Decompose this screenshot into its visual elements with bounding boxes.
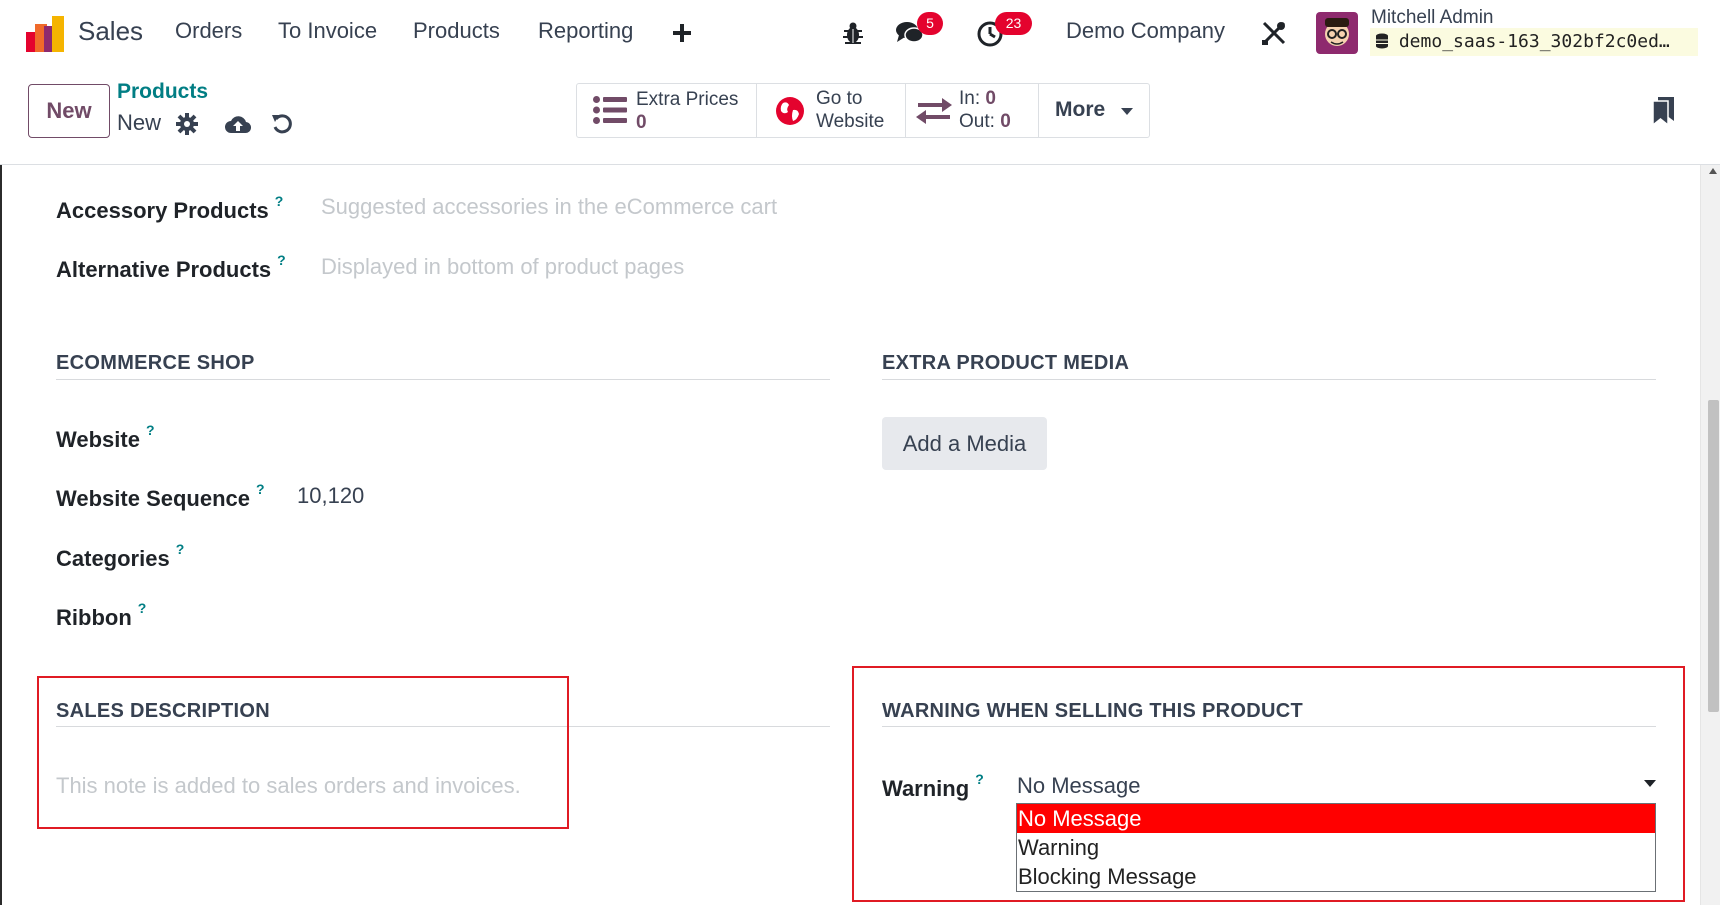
top-navbar: Sales Orders To Invoice Products Reporti…	[0, 0, 1720, 68]
add-media-button[interactable]: Add a Media	[882, 417, 1047, 470]
in-out-button[interactable]: In: 0 Out: 0	[906, 84, 1039, 137]
in-stat: In: 0	[959, 88, 996, 110]
ribbon-label: Ribbon?	[56, 600, 146, 631]
user-name[interactable]: Mitchell Admin	[1371, 7, 1494, 29]
scroll-up-arrow-icon[interactable]	[1709, 168, 1717, 174]
debug-tools-icon[interactable]	[1261, 20, 1287, 46]
accessory-products-label: Accessory Products?	[56, 193, 283, 224]
alternative-products-label: Alternative Products?	[56, 252, 286, 283]
go-to-website-button[interactable]: Go to Website	[757, 84, 906, 137]
website-text: Website	[56, 427, 140, 452]
help-tooltip[interactable]: ?	[277, 252, 286, 268]
menu-products[interactable]: Products	[413, 18, 500, 44]
website-label: Website?	[56, 422, 155, 453]
more-button[interactable]: More	[1039, 84, 1149, 137]
help-tooltip[interactable]: ?	[275, 193, 284, 209]
section-divider	[882, 379, 1656, 380]
in-label: In:	[959, 88, 981, 109]
breadcrumb-current: New	[117, 110, 162, 135]
website-sequence-label: Website Sequence?	[56, 481, 265, 512]
list-icon	[593, 96, 627, 124]
database-icon	[1376, 33, 1388, 49]
help-tooltip[interactable]: ?	[138, 600, 147, 616]
gear-icon[interactable]	[176, 113, 198, 135]
alternative-products-text: Alternative Products	[56, 257, 272, 282]
website-sequence-field[interactable]: 10,120	[297, 483, 364, 509]
ecommerce-shop-title: ECOMMERCE SHOP	[56, 352, 255, 374]
ribbon-text: Ribbon	[56, 605, 132, 630]
categories-label: Categories?	[56, 541, 184, 572]
breadcrumb-products[interactable]: Products	[117, 80, 208, 104]
menu-to-invoice[interactable]: To Invoice	[278, 18, 377, 44]
sales-app-icon[interactable]	[26, 16, 64, 52]
highlight-box-warning	[852, 666, 1685, 902]
go-to-label-line1: Go to	[816, 88, 863, 109]
plus-icon[interactable]	[673, 24, 691, 42]
transfer-arrows-icon	[916, 98, 952, 124]
messages-badge: 5	[917, 12, 943, 35]
in-count: 0	[985, 88, 996, 109]
section-divider	[56, 379, 830, 380]
highlight-box-sales-description	[37, 676, 569, 829]
discard-icon[interactable]	[271, 113, 293, 135]
activities-badge: 23	[995, 12, 1032, 35]
menu-reporting[interactable]: Reporting	[538, 18, 633, 44]
company-switcher[interactable]: Demo Company	[1066, 18, 1225, 44]
smart-buttons: Extra Prices 0 Go to Website In: 0 Out: …	[576, 83, 1150, 138]
extra-prices-button[interactable]: Extra Prices 0	[577, 84, 757, 137]
app-title[interactable]: Sales	[78, 16, 143, 47]
extra-product-media-title: EXTRA PRODUCT MEDIA	[882, 352, 1130, 374]
bug-icon[interactable]	[842, 21, 864, 45]
avatar[interactable]	[1316, 12, 1358, 54]
out-stat: Out: 0	[959, 111, 1011, 133]
database-name: demo_saas-163_302bf2c0ed…	[1398, 31, 1670, 52]
new-button[interactable]: New	[28, 84, 110, 138]
help-tooltip[interactable]: ?	[176, 541, 185, 557]
help-tooltip[interactable]: ?	[256, 481, 265, 497]
control-panel: New Products New Extra Prices 0 Go to We…	[0, 68, 1720, 165]
go-to-label-line2: Website	[816, 111, 885, 132]
bookmark-icon[interactable]	[1652, 97, 1676, 125]
categories-text: Categories	[56, 546, 170, 571]
website-sequence-text: Website Sequence	[56, 486, 250, 511]
globe-icon	[776, 97, 804, 125]
menu-orders[interactable]: Orders	[175, 18, 242, 44]
cloud-upload-icon[interactable]	[225, 114, 251, 134]
caret-down-icon	[1121, 108, 1133, 115]
more-label: More	[1055, 98, 1106, 121]
database-tag: demo_saas-163_302bf2c0ed…	[1370, 28, 1698, 56]
out-label: Out:	[959, 111, 995, 132]
help-tooltip[interactable]: ?	[146, 422, 155, 438]
accessory-products-field[interactable]: Suggested accessories in the eCommerce c…	[321, 194, 777, 220]
extra-prices-label: Extra Prices	[636, 89, 739, 110]
accessory-products-text: Accessory Products	[56, 198, 269, 223]
out-count: 0	[1000, 111, 1011, 132]
alternative-products-field[interactable]: Displayed in bottom of product pages	[321, 254, 684, 280]
scrollbar-thumb[interactable]	[1708, 400, 1719, 712]
extra-prices-count: 0	[636, 112, 647, 133]
